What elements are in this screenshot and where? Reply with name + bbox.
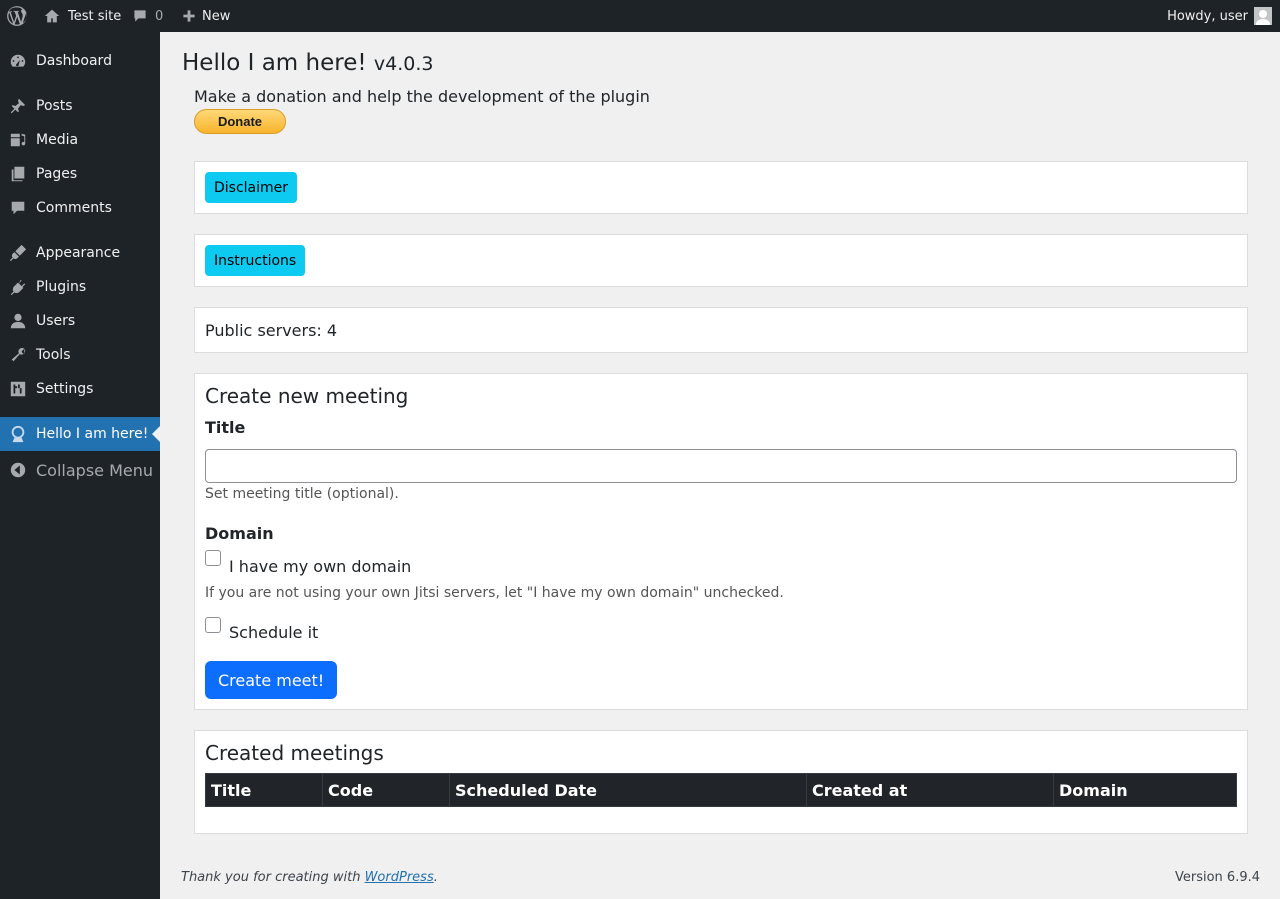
media-icon <box>0 131 36 149</box>
collapse-arrow-icon <box>0 461 36 479</box>
sidebar-item-label: Dashboard <box>36 53 112 69</box>
title-label: Title <box>205 418 246 437</box>
sidebar-item-label: Media <box>36 132 79 148</box>
meeting-title-input[interactable] <box>205 449 1237 483</box>
footer-version: Version 6.9.4 <box>1174 870 1260 885</box>
pages-icon <box>0 165 36 183</box>
title-help-text: Set meeting title (optional). <box>205 486 399 502</box>
wrench-icon <box>0 346 36 364</box>
sidebar-item-label: Pages <box>36 166 78 182</box>
disclaimer-button[interactable]: Disclaimer <box>205 172 298 203</box>
footer-thanks-prefix: Thank you for creating with <box>181 870 365 885</box>
collapse-menu-button[interactable]: Collapse Menu <box>0 453 160 487</box>
schedule-label[interactable]: Schedule it <box>229 623 318 642</box>
collapse-menu-label: Collapse Menu <box>36 460 154 480</box>
column-header-scheduled-date[interactable]: Scheduled Date <box>449 773 807 807</box>
avatar <box>1254 7 1272 25</box>
own-domain-help-text: If you are not using your own Jitsi serv… <box>205 585 784 601</box>
comment-bubble-icon <box>134 10 146 22</box>
new-content-link[interactable]: New <box>182 0 230 32</box>
comments-count: 0 <box>155 8 164 24</box>
donate-text: Make a donation and help the development… <box>194 87 650 106</box>
column-header-code[interactable]: Code <box>322 773 450 807</box>
sidebar-item-appearance[interactable]: Appearance <box>0 236 160 270</box>
footer-thanks: Thank you for creating with WordPress. <box>181 870 438 885</box>
meetings-table: Title Code Scheduled Date Created at Dom… <box>205 773 1237 807</box>
wordpress-logo-icon[interactable] <box>6 0 28 32</box>
comment-icon <box>0 199 36 217</box>
sidebar-item-users[interactable]: Users <box>0 304 160 338</box>
page-title-text: Hello I am here! <box>182 50 367 76</box>
plug-icon <box>0 278 36 296</box>
settings-icon <box>0 380 36 398</box>
sidebar-item-label: Tools <box>36 347 71 363</box>
main-content: Hello I am here! v4.0.3 Make a donation … <box>160 32 1280 899</box>
brush-icon <box>0 244 36 262</box>
create-meeting-heading: Create new meeting <box>205 384 409 408</box>
sidebar-item-label: Hello I am here! <box>36 426 149 442</box>
plugin-version: v4.0.3 <box>373 53 434 75</box>
sidebar-item-label: Posts <box>36 98 73 114</box>
sidebar-item-label: Users <box>36 313 76 329</box>
my-account-link[interactable]: Howdy, user <box>1167 0 1272 32</box>
column-header-title[interactable]: Title <box>205 773 323 807</box>
sidebar-item-plugins[interactable]: Plugins <box>0 270 160 304</box>
sidebar-item-label: Appearance <box>36 245 121 261</box>
sidebar-item-pages[interactable]: Pages <box>0 157 160 191</box>
domain-label: Domain <box>205 524 274 543</box>
sidebar-item-tools[interactable]: Tools <box>0 338 160 372</box>
dashboard-icon <box>0 52 36 70</box>
wordpress-link[interactable]: WordPress <box>365 870 434 885</box>
comments-link[interactable]: 0 <box>132 0 163 32</box>
sidebar-item-media[interactable]: Media <box>0 123 160 157</box>
sidebar-item-hello-i-am-here[interactable]: Hello I am here! <box>0 417 160 451</box>
plus-icon <box>183 10 195 22</box>
site-name-label: Test site <box>68 8 122 24</box>
plugin-logo-icon <box>0 425 36 443</box>
donate-button[interactable]: Donate <box>194 109 286 134</box>
new-content-label: New <box>202 8 231 24</box>
column-header-created-at[interactable]: Created at <box>806 773 1054 807</box>
instructions-card: Instructions <box>194 234 1248 287</box>
create-meeting-card: Create new meeting Title Set meeting tit… <box>194 373 1248 710</box>
user-icon <box>0 312 36 330</box>
sidebar-item-label: Settings <box>36 381 94 397</box>
sidebar-item-label: Comments <box>36 200 112 216</box>
own-domain-checkbox[interactable] <box>205 550 221 566</box>
created-meetings-card: Created meetings Title Code Scheduled Da… <box>194 730 1248 834</box>
public-servers-card: Public servers: 4 <box>194 307 1248 353</box>
schedule-checkbox[interactable] <box>205 617 221 633</box>
sidebar-item-posts[interactable]: Posts <box>0 89 160 123</box>
public-servers-count: Public servers: 4 <box>205 321 338 340</box>
sidebar-item-dashboard[interactable]: Dashboard <box>0 44 160 78</box>
own-domain-label[interactable]: I have my own domain <box>229 557 411 576</box>
home-icon <box>44 9 60 23</box>
instructions-button[interactable]: Instructions <box>205 245 306 276</box>
created-meetings-heading: Created meetings <box>205 741 384 765</box>
sidebar-item-label: Plugins <box>36 279 87 295</box>
footer-thanks-suffix: . <box>433 870 438 885</box>
sidebar-item-settings[interactable]: Settings <box>0 372 160 406</box>
admin-bar: Test site 0 New Howdy, user <box>0 0 1280 32</box>
site-name-link[interactable]: Test site <box>44 0 121 32</box>
create-meet-button[interactable]: Create meet! <box>205 661 338 699</box>
page-title: Hello I am here! v4.0.3 <box>182 50 433 76</box>
pin-icon <box>0 97 36 115</box>
column-header-domain[interactable]: Domain <box>1053 773 1237 807</box>
table-header-row: Title Code Scheduled Date Created at Dom… <box>205 773 1237 807</box>
disclaimer-card: Disclaimer <box>194 161 1248 214</box>
admin-sidebar: Dashboard Posts Media Pages Comments App… <box>0 32 160 899</box>
sidebar-item-comments[interactable]: Comments <box>0 191 160 225</box>
howdy-label: Howdy, user <box>1167 8 1248 24</box>
